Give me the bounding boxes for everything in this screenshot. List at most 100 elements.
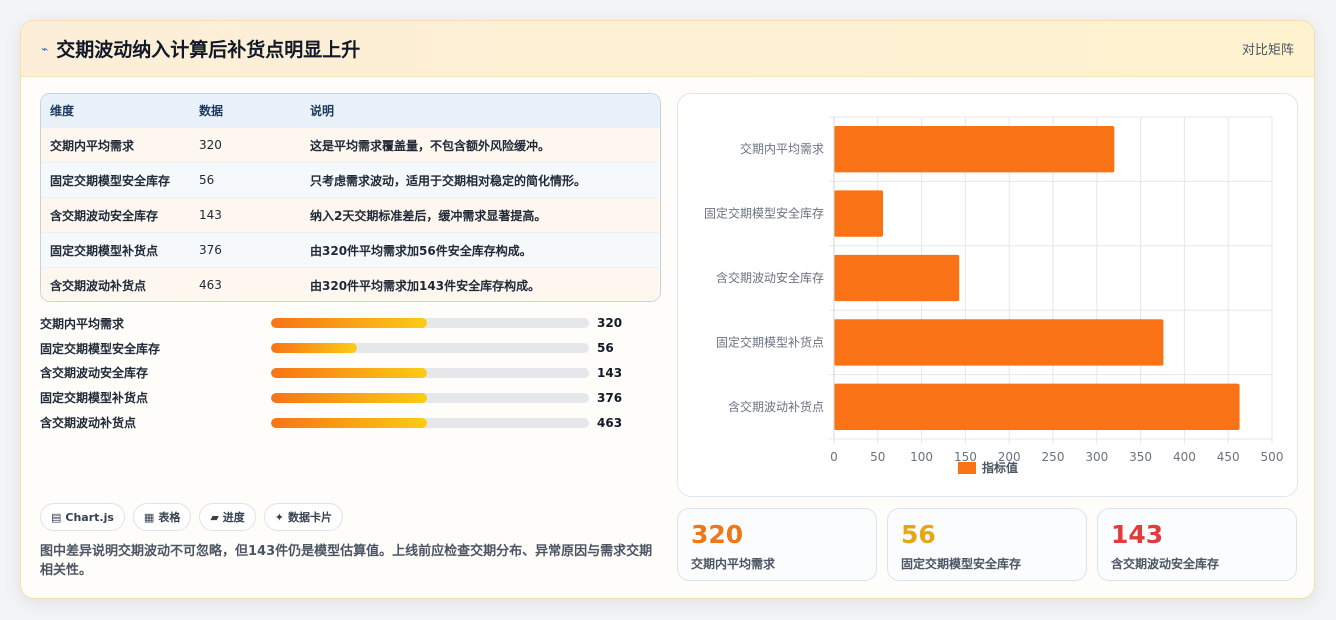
- compare-matrix-link[interactable]: 对比矩阵: [1242, 39, 1294, 58]
- progress-value: 463: [597, 415, 623, 430]
- y-category-label: 固定交期模型安全库存: [704, 206, 824, 221]
- stat-card: 143 含交期波动安全库存: [1097, 508, 1297, 581]
- progress-fill: [271, 318, 427, 329]
- progress-label: 固定交期模型补货点: [40, 391, 149, 406]
- x-tick-label: 300: [1085, 450, 1108, 464]
- table-cell: 56: [199, 173, 215, 187]
- chip-label: 表格: [158, 511, 181, 524]
- legend-swatch: [958, 462, 976, 474]
- progress-value: 143: [597, 365, 623, 380]
- progress-track: [271, 343, 589, 354]
- legend-label: 指标值: [982, 460, 1018, 475]
- progress-row: 含交期波动安全库存 143: [40, 361, 660, 386]
- card-header: ⌁ 交期波动纳入计算后补货点明显上升 对比矩阵: [21, 21, 1314, 77]
- chip-data-card[interactable]: ✦ 数据卡片: [263, 503, 344, 531]
- stat-card: 320 交期内平均需求: [677, 508, 877, 581]
- table-row: 固定交期模型安全库存 56 只考虑需求波动，适用于交期相对稳定的简化情形。: [41, 162, 660, 197]
- chip-label: Chart.js: [65, 510, 114, 524]
- chip-table[interactable]: ▦ 表格: [132, 503, 192, 531]
- table-cell: 只考虑需求波动，适用于交期相对稳定的简化情形。: [310, 173, 587, 188]
- stat-value: 143: [1111, 520, 1164, 549]
- table-cell: 143: [199, 208, 222, 222]
- y-category-label: 交期内平均需求: [740, 141, 824, 156]
- progress-label: 交期内平均需求: [40, 316, 125, 331]
- bar: [834, 190, 884, 237]
- x-tick-label: 250: [1042, 450, 1065, 464]
- progress-value: 320: [597, 316, 623, 331]
- column-header[interactable]: 维度: [41, 102, 190, 119]
- x-tick-label: 500: [1261, 450, 1284, 464]
- progress-fill: [271, 343, 357, 354]
- progress-fill: [271, 367, 427, 378]
- table-cell: 463: [199, 278, 222, 292]
- progress-track: [271, 367, 589, 378]
- tag-chip-row: ▤ Chart.js ▦ 表格 ▰ 进度 ✦ 数据卡片: [40, 503, 344, 531]
- table-cell: 320: [199, 138, 222, 152]
- data-table: 维度 数据 说明 交期内平均需求 320 这是平均需求覆盖量，不包含额外风险缓冲…: [40, 93, 661, 302]
- x-tick-label: 350: [1129, 450, 1152, 464]
- main-card: ⌁ 交期波动纳入计算后补货点明显上升 对比矩阵 维度 数据 说明 交期内平均需求…: [20, 20, 1315, 599]
- progress-label: 含交期波动补货点: [40, 416, 137, 431]
- bar: [834, 383, 1240, 430]
- table-cell: 含交期波动补货点: [50, 278, 147, 293]
- table-cell: 纳入2天交期标准差后，缓冲需求显著提高。: [310, 208, 547, 223]
- progress-row: 含交期波动补货点 463: [40, 410, 660, 435]
- table-row: 含交期波动补货点 463 由320件平均需求加143件安全库存构成。: [41, 267, 660, 301]
- table-icon: ▦: [143, 510, 155, 524]
- bar-chart: 0 50 100 150 200 250 300 350 400 450 500 交期内平均需求 固定交…: [677, 93, 1298, 497]
- column-header[interactable]: 说明: [301, 102, 660, 119]
- progress-list: 交期内平均需求 320 固定交期模型安全库存 56 含交期波动安全库存 143 固定交期模型…: [40, 311, 660, 435]
- table-cell: 固定交期模型补货点: [50, 243, 159, 258]
- table-row: 含交期波动安全库存 143 纳入2天交期标准差后，缓冲需求显著提高。: [41, 197, 660, 232]
- table-header-row: 维度 数据 说明: [41, 94, 660, 127]
- footnote-text: 图中差异说明交期波动不可忽略，但143件仍是模型估算值。上线前应检查交期分布、异…: [40, 544, 653, 578]
- stat-value: 56: [901, 520, 936, 549]
- column-header[interactable]: 数据: [190, 102, 301, 119]
- x-tick-label: 100: [910, 450, 933, 464]
- sparkle-icon: ✦: [274, 510, 285, 524]
- table-cell: 含交期波动安全库存: [50, 208, 159, 223]
- y-category-label: 固定交期模型补货点: [716, 334, 824, 349]
- stat-card: 56 固定交期模型安全库存: [887, 508, 1087, 581]
- x-tick-label: 50: [870, 450, 885, 464]
- table-cell: 由320件平均需求加56件安全库存构成。: [310, 243, 532, 258]
- chip-chartjs[interactable]: ▤ Chart.js: [40, 503, 125, 531]
- stat-card-row: 320 交期内平均需求 56 固定交期模型安全库存 143 含交期波动安全库存: [677, 508, 1297, 581]
- stat-caption: 固定交期模型安全库存: [901, 557, 1022, 571]
- progress-value: 56: [597, 341, 614, 356]
- stat-caption: 交期内平均需求: [691, 557, 776, 571]
- chart-icon: ▤: [51, 510, 62, 524]
- x-tick-label: 450: [1217, 450, 1240, 464]
- progress-icon: ▰: [210, 510, 219, 524]
- table-cell: 交期内平均需求: [50, 138, 135, 153]
- x-tick-label: 150: [954, 450, 977, 464]
- chip-progress[interactable]: ▰ 进度: [199, 503, 256, 531]
- chip-label: 进度: [222, 511, 245, 524]
- chip-label: 数据卡片: [288, 511, 333, 524]
- progress-row: 交期内平均需求 320: [40, 311, 660, 336]
- page-title: 交期波动纳入计算后补货点明显上升: [56, 39, 361, 61]
- progress-label: 含交期波动安全库存: [40, 366, 149, 381]
- bar: [834, 126, 1115, 173]
- progress-fill: [271, 392, 427, 403]
- x-tick-label: 400: [1173, 450, 1196, 464]
- table-cell: 由320件平均需求加143件安全库存构成。: [310, 278, 541, 293]
- table-cell: 376: [199, 243, 222, 257]
- stat-value: 320: [691, 520, 744, 549]
- y-category-label: 含交期波动安全库存: [716, 270, 824, 285]
- lightning-icon: ⌁: [41, 41, 49, 56]
- progress-label: 固定交期模型安全库存: [40, 341, 161, 356]
- table-cell: 这是平均需求覆盖量，不包含额外风险缓冲。: [310, 138, 551, 153]
- stat-caption: 含交期波动安全库存: [1111, 557, 1220, 571]
- progress-track: [271, 318, 589, 329]
- progress-track: [271, 417, 589, 428]
- bar-chart-svg: 0 50 100 150 200 250 300 350 400 450 500交期内平均需求固定交…: [704, 116, 1284, 475]
- table-cell: 固定交期模型安全库存: [50, 173, 171, 188]
- progress-row: 固定交期模型补货点 376: [40, 385, 660, 410]
- progress-row: 固定交期模型安全库存 56: [40, 336, 660, 361]
- bar: [834, 319, 1164, 366]
- progress-value: 376: [597, 390, 623, 405]
- y-category-label: 含交期波动补货点: [728, 399, 824, 414]
- table-row: 交期内平均需求 320 这是平均需求覆盖量，不包含额外风险缓冲。: [41, 127, 660, 162]
- x-tick-label: 0: [830, 450, 838, 464]
